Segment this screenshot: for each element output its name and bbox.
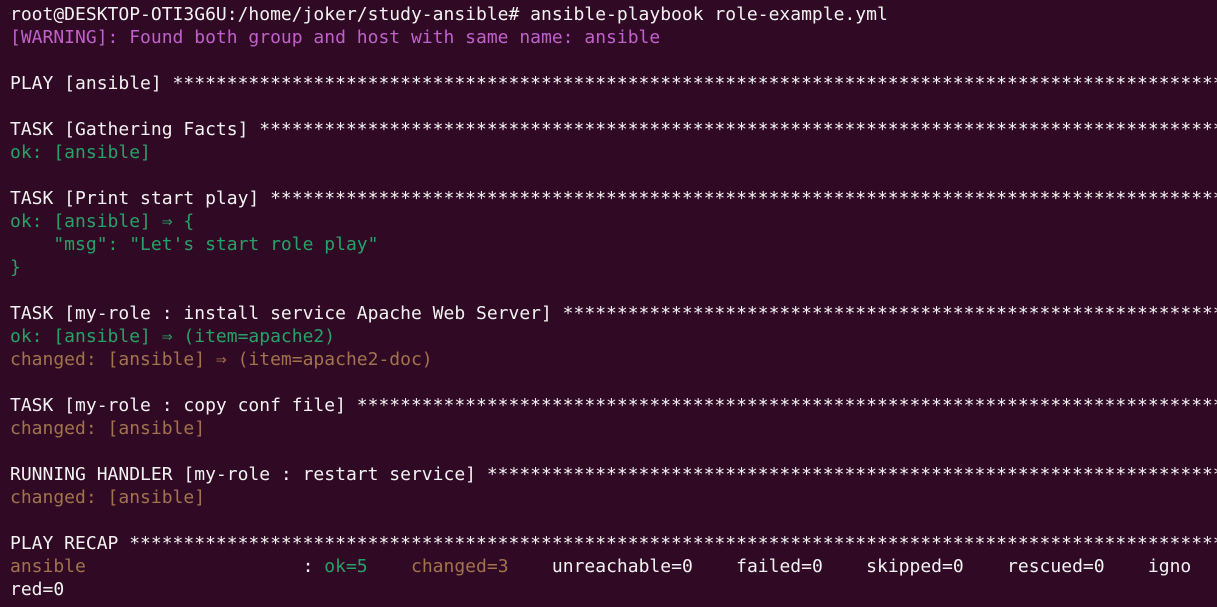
terminal-text-default: PLAY [ansible] *************************… <box>10 73 1217 94</box>
terminal-text-changed: ansible <box>10 556 86 577</box>
terminal-line: changed: [ansible] <box>10 486 1217 509</box>
terminal-text-default: : <box>85 556 325 577</box>
terminal-text-ok: "msg": "Let's start role play" <box>10 234 379 255</box>
terminal-text-default <box>368 556 411 577</box>
terminal-window[interactable]: root@DESKTOP-OTI3G6U:/home/joker/study-a… <box>0 0 1217 607</box>
terminal-line: root@DESKTOP-OTI3G6U:/home/joker/study-a… <box>10 3 1217 26</box>
terminal-text-warning: [WARNING]: Found both group and host wit… <box>10 27 661 48</box>
terminal-line: ansible : ok=5 changed=3 unreachable=0 f… <box>10 555 1217 578</box>
terminal-text-ok: } <box>10 257 21 278</box>
terminal-text-changed: changed: [ansible] <box>10 418 206 439</box>
terminal-text-default: TASK [Print start play] ****************… <box>10 188 1217 209</box>
terminal-text-default: TASK [my-role : copy conf file] ********… <box>10 395 1217 416</box>
terminal-line: ok: [ansible] <box>10 141 1217 164</box>
terminal-line: TASK [Print start play] ****************… <box>10 187 1217 210</box>
terminal-line: "msg": "Let's start role play" <box>10 233 1217 256</box>
terminal-text-default: root@DESKTOP-OTI3G6U:/home/joker/study-a… <box>10 4 888 25</box>
terminal-text-changed: changed=3 <box>411 556 509 577</box>
terminal-text-default: red=0 <box>10 579 65 600</box>
terminal-line: ok: [ansible] ⇒ { <box>10 210 1217 233</box>
terminal-text-default: unreachable=0 failed=0 skipped=0 rescued… <box>508 556 1192 577</box>
terminal-line: RUNNING HANDLER [my-role : restart servi… <box>10 463 1217 486</box>
terminal-line: ok: [ansible] ⇒ (item=apache2) <box>10 325 1217 348</box>
terminal-line: [WARNING]: Found both group and host wit… <box>10 26 1217 49</box>
terminal-text-changed: changed: [ansible] <box>10 487 206 508</box>
terminal-text-changed: changed: [ansible] ⇒ (item=apache2-doc) <box>10 349 433 370</box>
terminal-line: red=0 <box>10 578 1217 601</box>
terminal-text-default: PLAY RECAP *****************************… <box>10 533 1217 554</box>
terminal-line: TASK [my-role : copy conf file] ********… <box>10 394 1217 417</box>
terminal-line: PLAY [ansible] *************************… <box>10 72 1217 95</box>
terminal-line: TASK [my-role : install service Apache W… <box>10 302 1217 325</box>
terminal-text-ok: ok: [ansible] <box>10 142 151 163</box>
terminal-line: TASK [Gathering Facts] *****************… <box>10 118 1217 141</box>
terminal-line: changed: [ansible] ⇒ (item=apache2-doc) <box>10 348 1217 371</box>
terminal-text-ok: ok=5 <box>324 556 368 577</box>
terminal-line: changed: [ansible] <box>10 417 1217 440</box>
terminal-text-ok: ok: [ansible] ⇒ (item=apache2) <box>10 326 336 347</box>
terminal-line: } <box>10 256 1217 279</box>
terminal-text-default: TASK [Gathering Facts] *****************… <box>10 119 1217 140</box>
terminal-text-default: TASK [my-role : install service Apache W… <box>10 303 1217 324</box>
terminal-text-default: RUNNING HANDLER [my-role : restart servi… <box>10 464 1217 485</box>
terminal-text-ok: ok: [ansible] ⇒ { <box>10 211 195 232</box>
terminal-line: PLAY RECAP *****************************… <box>10 532 1217 555</box>
